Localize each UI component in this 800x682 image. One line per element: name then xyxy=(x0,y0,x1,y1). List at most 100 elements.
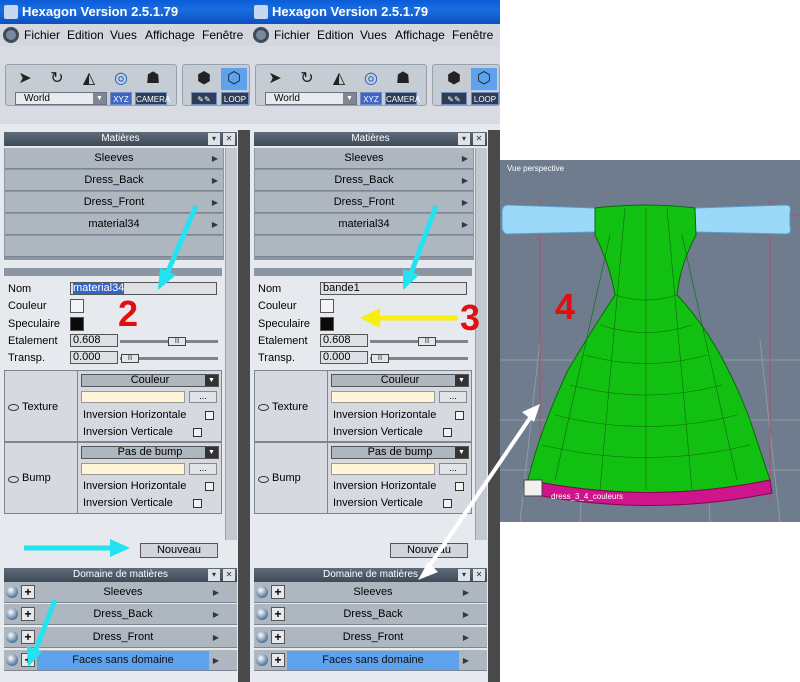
menu-vues[interactable]: Vues xyxy=(110,24,137,46)
panel-menu-icon[interactable]: ▾ xyxy=(208,569,220,581)
list-item[interactable]: Sleeves ▶ xyxy=(5,148,223,169)
xyz-button[interactable]: XYZ xyxy=(110,92,132,105)
list-item[interactable]: + Dress_Back ▶ xyxy=(254,604,487,625)
panel-menu-icon[interactable]: ▾ xyxy=(458,133,470,145)
flip-v-checkbox[interactable] xyxy=(193,428,202,437)
bump-path-field[interactable] xyxy=(81,463,185,475)
spread-slider-thumb[interactable]: ||| xyxy=(418,337,436,346)
browse-button[interactable]: ... xyxy=(189,391,217,403)
list-item[interactable]: + Sleeves ▶ xyxy=(254,582,487,603)
camera-button[interactable]: CAMERA xyxy=(385,92,420,105)
menu-fenetre[interactable]: Fenêtre xyxy=(202,24,243,46)
cube-select-icon[interactable]: ⬢ xyxy=(191,68,217,90)
menu-fichier[interactable]: Fichier xyxy=(24,24,60,46)
flip-h-checkbox[interactable] xyxy=(205,411,214,420)
panel-splitter[interactable] xyxy=(488,130,500,682)
coordinate-space-select[interactable]: World ▼ xyxy=(15,92,107,105)
add-icon[interactable]: + xyxy=(21,585,35,599)
loop-button[interactable]: LOOP xyxy=(471,92,499,105)
scale-tool-icon[interactable]: ◭ xyxy=(76,68,102,90)
close-icon[interactable]: ✕ xyxy=(473,133,485,145)
universal-tool-icon[interactable]: ◎ xyxy=(108,68,134,90)
rotate-tool-icon[interactable]: ↻ xyxy=(294,68,320,90)
flip-h-checkbox[interactable] xyxy=(455,411,464,420)
hexagon-logo-icon[interactable] xyxy=(3,27,19,43)
close-icon[interactable]: ✕ xyxy=(223,569,235,581)
bump-mode-select[interactable]: Pas de bump ▼ xyxy=(81,446,219,459)
list-item[interactable]: + Dress_Front ▶ xyxy=(4,627,237,648)
menu-edition[interactable]: Edition xyxy=(317,24,354,46)
list-item[interactable]: material34 ▶ xyxy=(5,214,223,235)
brush-select-button[interactable]: ✎✎ xyxy=(441,92,467,105)
list-item[interactable]: Dress_Front ▶ xyxy=(255,192,473,213)
eye-icon[interactable] xyxy=(258,476,269,483)
cube-wire-icon[interactable]: ⬡ xyxy=(221,68,247,90)
texture-mode-select[interactable]: Couleur ▼ xyxy=(81,374,219,387)
eye-icon[interactable] xyxy=(8,404,19,411)
add-icon[interactable]: + xyxy=(271,607,285,621)
camera-button[interactable]: CAMERA xyxy=(135,92,170,105)
list-item-empty[interactable] xyxy=(255,236,473,257)
flip-h-checkbox[interactable] xyxy=(455,482,464,491)
panel-menu-icon[interactable]: ▾ xyxy=(458,569,470,581)
menu-edition[interactable]: Edition xyxy=(67,24,104,46)
specular-swatch[interactable] xyxy=(70,317,84,331)
coordinate-space-select[interactable]: World ▼ xyxy=(265,92,357,105)
transp-slider-thumb[interactable]: ||| xyxy=(371,354,389,363)
list-item[interactable]: + Dress_Back ▶ xyxy=(4,604,237,625)
list-item[interactable]: Dress_Back ▶ xyxy=(255,170,473,191)
list-item[interactable]: Sleeves ▶ xyxy=(255,148,473,169)
add-icon[interactable]: + xyxy=(21,607,35,621)
add-icon[interactable]: + xyxy=(271,585,285,599)
add-icon[interactable]: + xyxy=(271,630,285,644)
menu-vues[interactable]: Vues xyxy=(360,24,387,46)
texture-path-field[interactable] xyxy=(81,391,185,403)
ghost-tool-icon[interactable]: ☗ xyxy=(390,68,416,90)
flip-v-checkbox[interactable] xyxy=(443,499,452,508)
select-tool-icon[interactable]: ➤ xyxy=(12,68,38,90)
spread-slider-thumb[interactable]: ||| xyxy=(168,337,186,346)
menu-fenetre[interactable]: Fenêtre xyxy=(452,24,493,46)
transp-field[interactable]: 0.000 xyxy=(70,351,118,364)
browse-button[interactable]: ... xyxy=(439,391,467,403)
list-item[interactable]: + Sleeves ▶ xyxy=(4,582,237,603)
xyz-button[interactable]: XYZ xyxy=(360,92,382,105)
close-icon[interactable]: ✕ xyxy=(223,133,235,145)
transp-field[interactable]: 0.000 xyxy=(320,351,368,364)
ghost-tool-icon[interactable]: ☗ xyxy=(140,68,166,90)
add-icon[interactable]: + xyxy=(21,630,35,644)
add-icon[interactable]: + xyxy=(21,653,35,667)
browse-button[interactable]: ... xyxy=(439,463,467,475)
list-item[interactable]: material34 ▶ xyxy=(255,214,473,235)
bump-path-field[interactable] xyxy=(331,463,435,475)
bump-mode-select[interactable]: Pas de bump ▼ xyxy=(331,446,469,459)
spread-field[interactable]: 0.608 xyxy=(320,334,368,347)
close-icon[interactable]: ✕ xyxy=(473,569,485,581)
universal-tool-icon[interactable]: ◎ xyxy=(358,68,384,90)
list-item[interactable]: Dress_Back ▶ xyxy=(5,170,223,191)
list-item-selected[interactable]: + Faces sans domaine ▶ xyxy=(4,650,237,671)
texture-path-field[interactable] xyxy=(331,391,435,403)
cube-wire-icon[interactable]: ⬡ xyxy=(471,68,497,90)
flip-v-checkbox[interactable] xyxy=(193,499,202,508)
color-swatch[interactable] xyxy=(320,299,334,313)
menu-fichier[interactable]: Fichier xyxy=(274,24,310,46)
texture-mode-select[interactable]: Couleur ▼ xyxy=(331,374,469,387)
name-field[interactable]: material34 xyxy=(70,282,217,295)
transp-slider-thumb[interactable]: ||| xyxy=(121,354,139,363)
panel-splitter[interactable] xyxy=(238,130,250,682)
perspective-viewport[interactable]: Vue perspective dress_3_4_couleurs xyxy=(500,160,800,522)
cube-select-icon[interactable]: ⬢ xyxy=(441,68,467,90)
flip-h-checkbox[interactable] xyxy=(205,482,214,491)
panel-menu-icon[interactable]: ▾ xyxy=(208,133,220,145)
spread-field[interactable]: 0.608 xyxy=(70,334,118,347)
list-item-selected[interactable]: + Faces sans domaine ▶ xyxy=(254,650,487,671)
loop-button[interactable]: LOOP xyxy=(221,92,249,105)
add-icon[interactable]: + xyxy=(271,653,285,667)
list-item[interactable]: Dress_Front ▶ xyxy=(5,192,223,213)
hexagon-logo-icon[interactable] xyxy=(253,27,269,43)
select-tool-icon[interactable]: ➤ xyxy=(262,68,288,90)
brush-select-button[interactable]: ✎✎ xyxy=(191,92,217,105)
color-swatch[interactable] xyxy=(70,299,84,313)
list-item-empty[interactable] xyxy=(5,236,223,257)
